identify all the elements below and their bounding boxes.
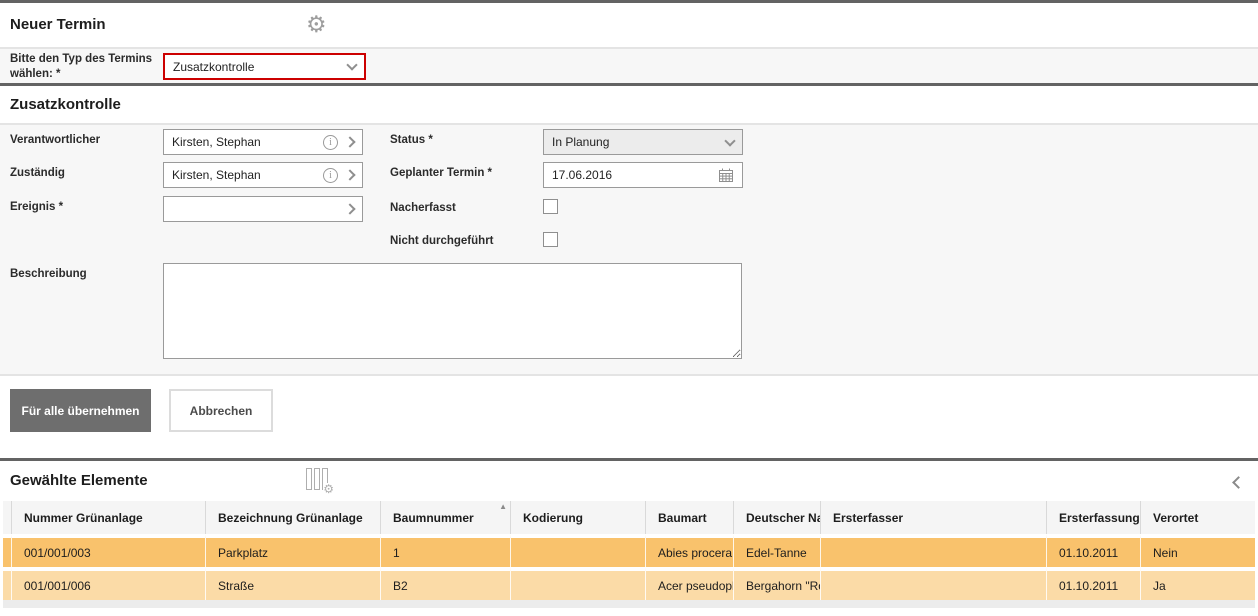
- selected-elements-table: Nummer Grünanlage Bezeichnung Grünanlage…: [3, 501, 1255, 600]
- cell-nummer-gruenanlage: 001/001/006: [11, 567, 205, 600]
- sort-ascending-icon: ▲: [499, 502, 507, 511]
- verantwortlicher-field[interactable]: i: [163, 129, 363, 155]
- info-icon[interactable]: i: [323, 135, 338, 150]
- ereignis-label: Ereignis *: [10, 201, 63, 213]
- column-header-label: Baumnummer: [393, 511, 474, 525]
- cell-bezeichnung-gruenanlage: Parkplatz: [205, 534, 380, 567]
- cancel-button[interactable]: Abbrechen: [169, 389, 273, 432]
- appointment-form: Verantwortlicher i Zuständig i Ereignis …: [0, 125, 1258, 374]
- cell-baumart: Abies procera: [645, 534, 733, 567]
- status-label: Status *: [390, 134, 433, 146]
- chevron-right-icon[interactable]: [344, 136, 355, 147]
- verantwortlicher-label: Verantwortlicher: [10, 134, 100, 146]
- zustaendig-label: Zuständig: [10, 167, 65, 179]
- verantwortlicher-input[interactable]: [172, 130, 323, 154]
- chevron-right-icon[interactable]: [344, 169, 355, 180]
- selected-elements-title: Gewählte Elemente: [10, 472, 148, 489]
- chevron-down-icon: [724, 135, 735, 146]
- new-appointment-page: Neuer Termin ⚙ Bitte den Typ des Termins…: [0, 0, 1258, 616]
- cell-deutscher-name: Edel-Tanne: [733, 534, 820, 567]
- selected-elements-header: Gewählte Elemente ⚙: [0, 461, 1258, 501]
- geplanter-termin-field[interactable]: [543, 162, 743, 188]
- cell-ersterfassung: 01.10.2011: [1046, 534, 1140, 567]
- status-value: In Planung: [552, 135, 726, 149]
- table-footer-strip: [3, 600, 1255, 608]
- chevron-right-icon[interactable]: [344, 203, 355, 214]
- table-row[interactable]: 001/001/003 Parkplatz 1 Abies procera Ed…: [3, 534, 1255, 567]
- settings-gear-icon[interactable]: ⚙: [306, 11, 327, 37]
- beschreibung-textarea[interactable]: [163, 263, 742, 359]
- apply-all-button[interactable]: Für alle übernehmen: [10, 389, 151, 432]
- row-selector-cell: [3, 534, 11, 567]
- table-header-row: Nummer Grünanlage Bezeichnung Grünanlage…: [3, 501, 1255, 534]
- beschreibung-label: Beschreibung: [10, 268, 87, 280]
- zustaendig-field[interactable]: i: [163, 162, 363, 188]
- cell-deutscher-name: Bergahorn "Rot...: [733, 567, 820, 600]
- geplanter-termin-label: Geplanter Termin *: [390, 167, 492, 179]
- cell-ersterfassung: 01.10.2011: [1046, 567, 1140, 600]
- info-icon[interactable]: i: [323, 168, 338, 183]
- cell-baumnummer: 1: [380, 534, 510, 567]
- nicht-durchgefuehrt-checkbox[interactable]: [543, 232, 558, 247]
- appointment-type-row: Bitte den Typ des Termins wählen: * Zusa…: [0, 49, 1258, 83]
- column-settings-icon[interactable]: ⚙: [306, 468, 334, 495]
- column-bar: [306, 468, 312, 490]
- cell-bezeichnung-gruenanlage: Straße: [205, 567, 380, 600]
- section-header: Zusatzkontrolle: [0, 86, 1258, 123]
- cell-kodierung: [510, 567, 645, 600]
- column-header-bezeichnung-gruenanlage[interactable]: Bezeichnung Grünanlage: [205, 501, 380, 534]
- cell-verortet: Ja: [1140, 567, 1255, 600]
- status-select[interactable]: In Planung: [543, 129, 743, 155]
- column-header-verortet[interactable]: Verortet: [1140, 501, 1255, 534]
- mini-gear-icon: ⚙: [323, 483, 334, 495]
- chevron-down-icon: [346, 59, 357, 70]
- nacherfasst-checkbox[interactable]: [543, 199, 558, 214]
- row-selector-header: [3, 501, 11, 534]
- column-header-ersterfassung[interactable]: Ersterfassung: [1046, 501, 1140, 534]
- appointment-type-label: Bitte den Typ des Termins wählen: *: [10, 52, 162, 82]
- column-header-baumart[interactable]: Baumart: [645, 501, 733, 534]
- chevron-left-icon: [1232, 476, 1245, 489]
- calendar-icon[interactable]: [718, 167, 734, 183]
- page-title: Neuer Termin: [10, 16, 106, 33]
- geplanter-termin-input[interactable]: [552, 163, 718, 187]
- cell-ersterfasser: [820, 567, 1046, 600]
- table-row[interactable]: 001/001/006 Straße B2 Acer pseudopl... B…: [3, 567, 1255, 600]
- row-selector-cell: [3, 567, 11, 600]
- column-header-deutscher-name[interactable]: Deutscher Name: [733, 501, 820, 534]
- column-header-ersterfasser[interactable]: Ersterfasser: [820, 501, 1046, 534]
- cell-verortet: Nein: [1140, 534, 1255, 567]
- action-buttons: Für alle übernehmen Abbrechen: [0, 376, 1258, 458]
- ereignis-field[interactable]: [163, 196, 363, 222]
- nacherfasst-label: Nacherfasst: [390, 202, 456, 214]
- section-title: Zusatzkontrolle: [10, 96, 121, 113]
- appointment-type-select[interactable]: Zusatzkontrolle: [163, 53, 366, 80]
- column-header-baumnummer[interactable]: Baumnummer ▲: [380, 501, 510, 534]
- column-bar: [314, 468, 320, 490]
- page-header: Neuer Termin ⚙: [0, 3, 1258, 47]
- ereignis-input[interactable]: [172, 197, 346, 221]
- cell-baumart: Acer pseudopl...: [645, 567, 733, 600]
- column-header-nummer-gruenanlage[interactable]: Nummer Grünanlage: [11, 501, 205, 534]
- column-header-kodierung[interactable]: Kodierung: [510, 501, 645, 534]
- cell-ersterfasser: [820, 534, 1046, 567]
- cell-kodierung: [510, 534, 645, 567]
- nicht-durchgefuehrt-label: Nicht durchgeführt: [390, 235, 494, 247]
- collapse-panel-button[interactable]: [1230, 474, 1246, 490]
- cell-baumnummer: B2: [380, 567, 510, 600]
- appointment-type-value: Zusatzkontrolle: [173, 60, 348, 74]
- cell-nummer-gruenanlage: 001/001/003: [11, 534, 205, 567]
- zustaendig-input[interactable]: [172, 163, 323, 187]
